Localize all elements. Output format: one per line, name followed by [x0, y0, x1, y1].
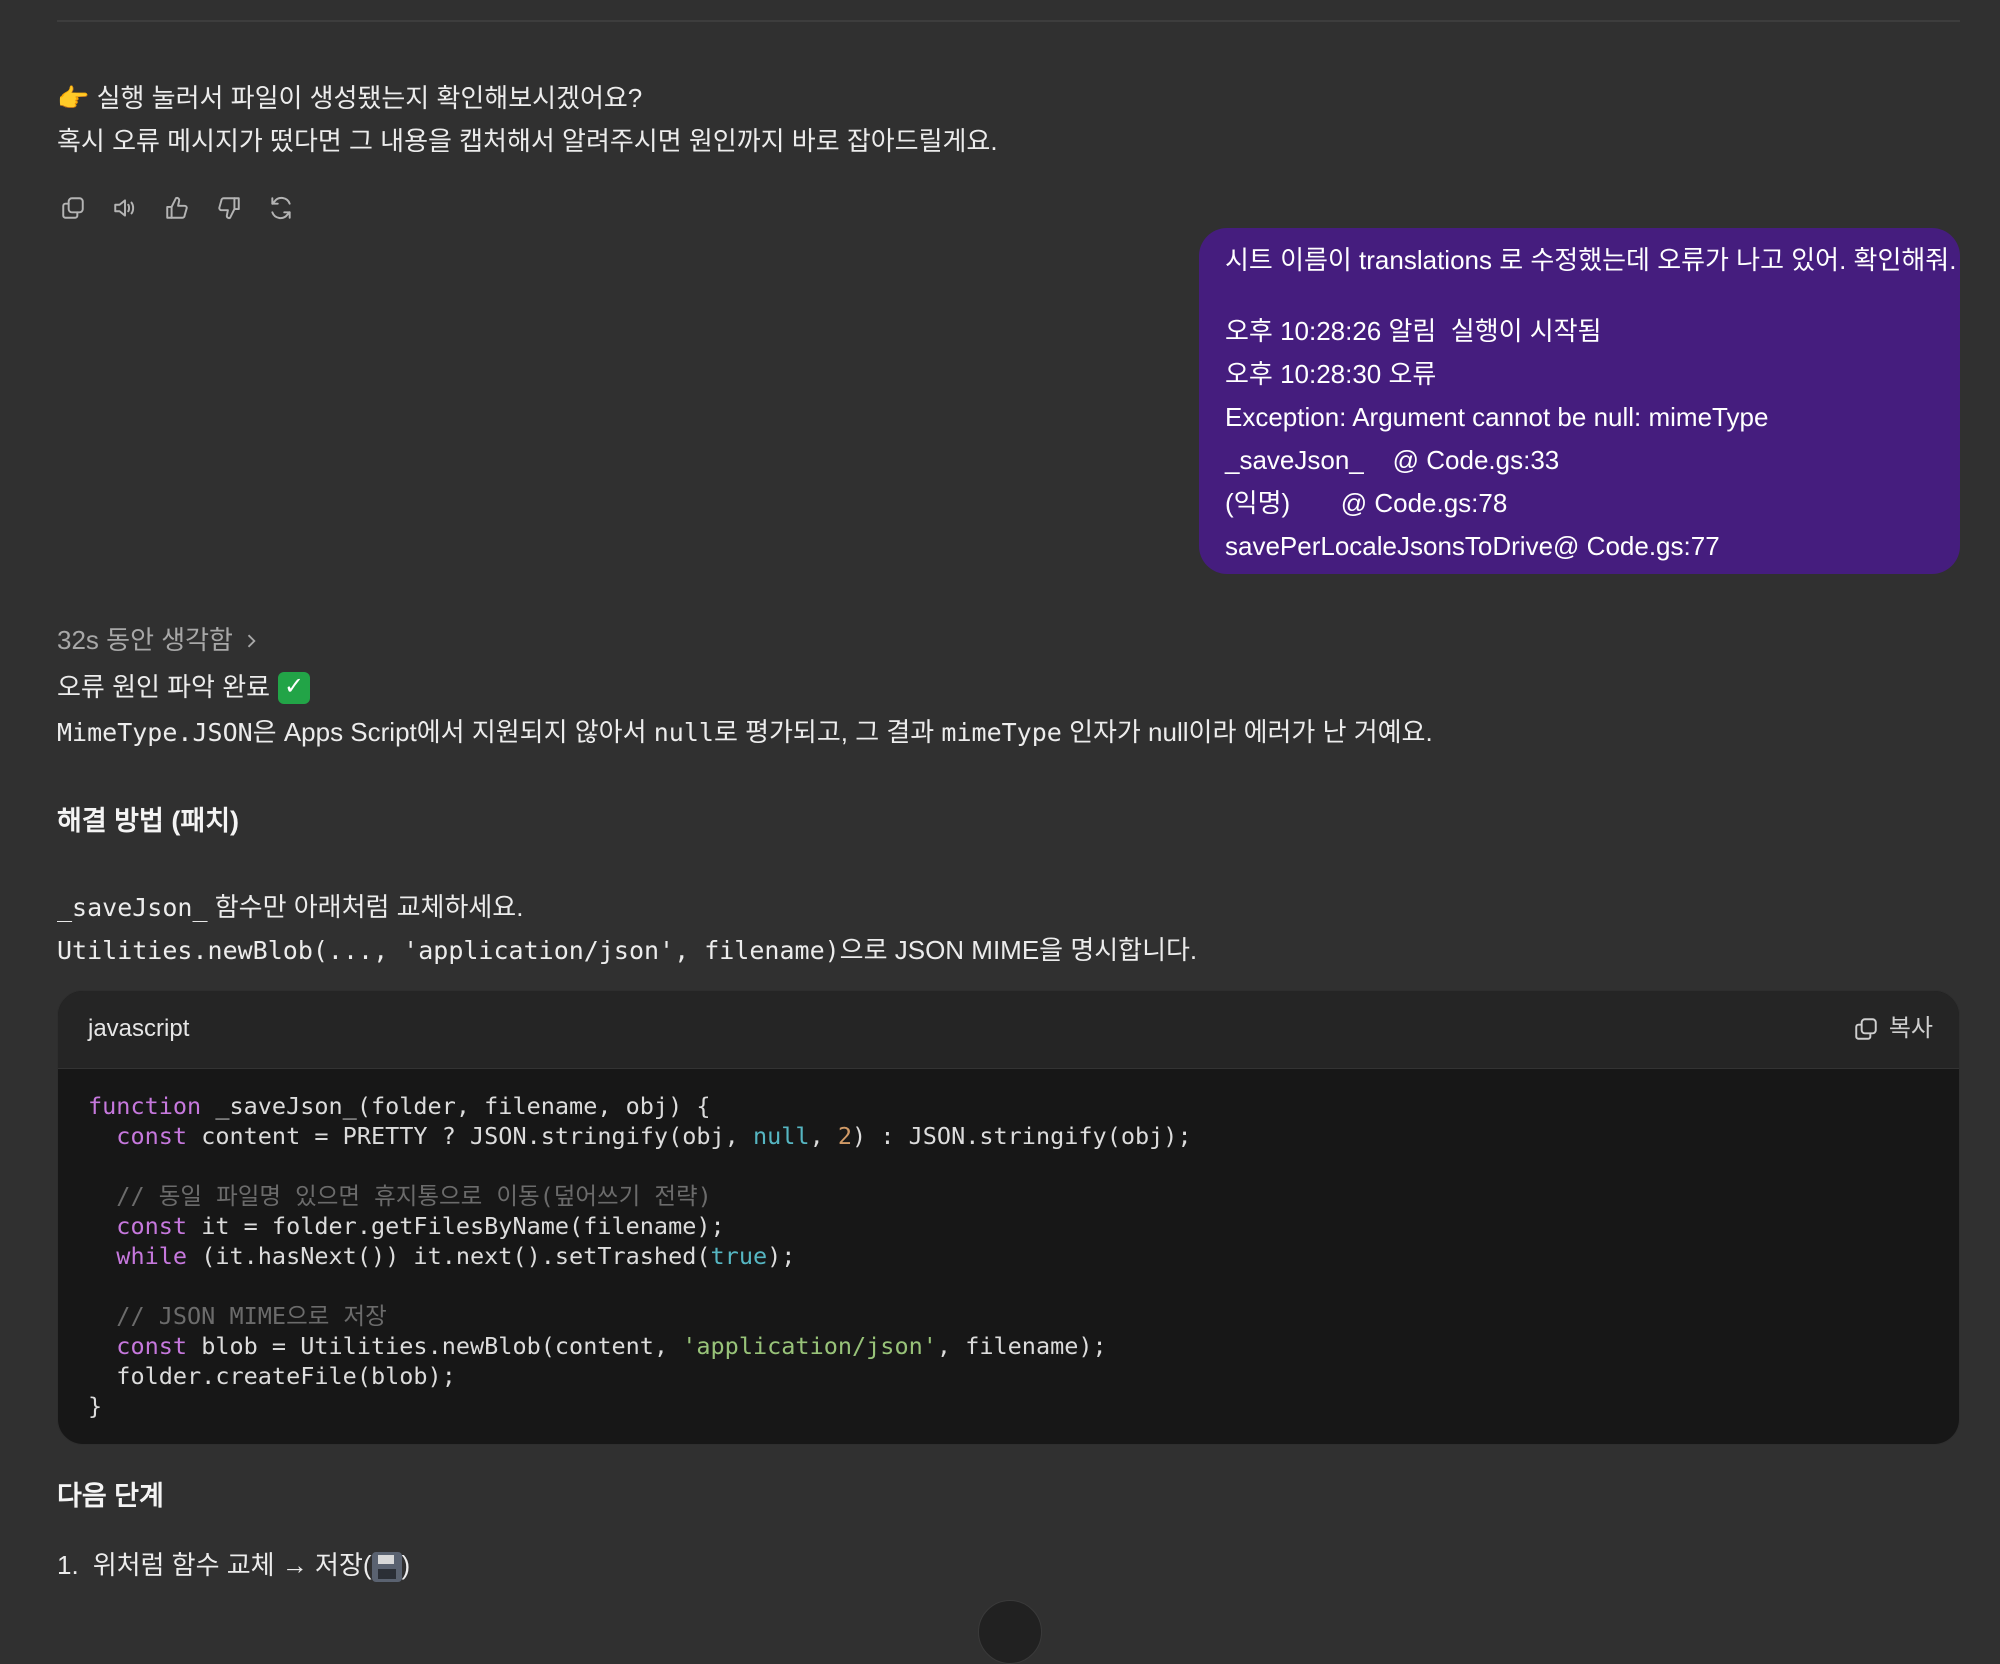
- read-aloud-icon[interactable]: [109, 192, 141, 224]
- user-message-line: Exception: Argument cannot be null: mime…: [1225, 402, 1769, 432]
- code-block-header: javascript 복사: [58, 991, 1959, 1069]
- list-text-suffix: ): [401, 1550, 411, 1580]
- user-message-bubble: 시트 이름이 translations 로 수정했는데 오류가 나고 있어. 확…: [1199, 228, 1960, 574]
- assistant-message-previous: 👉 실행 눌러서 파일이 생성됐는지 확인해보시겠어요? 혹시 오류 메시지가 …: [57, 78, 1557, 164]
- summary-text: 인자가 null이라 에러가 난 거예요.: [1061, 716, 1433, 747]
- inline-code: MimeType.JSON: [57, 717, 253, 747]
- scroll-to-bottom-button[interactable]: [978, 1600, 1042, 1664]
- inline-code: null: [653, 717, 714, 747]
- user-message-line: savePerLocaleJsonsToDrive@ Code.gs:77: [1225, 531, 1720, 561]
- summary-text: 은 Apps Script에서 지원되지 않아서: [252, 716, 654, 747]
- assistant-line: 혹시 오류 메시지가 떴다면 그 내용을 캡처해서 알려주시면 원인까지 바로 …: [57, 126, 998, 156]
- user-message-line: 오후 10:28:30 오류: [1225, 359, 1437, 389]
- user-message-line: (익명) @ Code.gs:78: [1225, 488, 1508, 518]
- summary-text: 로 평가되고, 그 결과: [713, 716, 942, 747]
- regenerate-icon[interactable]: [265, 192, 297, 224]
- summary-title-line: 오류 원인 파악 완료 ✓: [57, 665, 1957, 710]
- inline-code: _saveJson_: [57, 893, 208, 922]
- user-message-line: 시트 이름이 translations 로 수정했는데 오류가 나고 있어. 확…: [1225, 245, 1957, 275]
- floppy-disk-icon: [371, 1552, 402, 1583]
- fix-text: 으로 JSON MIME을 명시합니다.: [839, 935, 1198, 965]
- fix-line: _saveJson_ 함수만 아래처럼 교체하세요.: [57, 887, 1957, 930]
- copy-icon: [1855, 1018, 1877, 1041]
- section-heading-fix: 해결 방법 (패치): [57, 806, 240, 836]
- code-content: function _saveJson_(folder, filename, ob…: [88, 1092, 1192, 1420]
- chevron-right-icon: [247, 634, 256, 648]
- thinking-label: 32s 동안 생각함: [57, 625, 233, 655]
- thinking-toggle[interactable]: 32s 동안 생각함: [57, 620, 261, 662]
- list-number: 1.: [57, 1550, 79, 1580]
- fix-line: Utilities.newBlob(..., 'application/json…: [57, 930, 1957, 973]
- thumbs-up-icon[interactable]: [161, 192, 193, 224]
- summary-title: 오류 원인 파악 완료: [57, 671, 271, 702]
- user-message-line: 오후 10:28:26 알림 실행이 시작됨: [1225, 316, 1602, 346]
- message-action-bar: [57, 192, 297, 224]
- list-item: 1. 위처럼 함수 교체 → 저장(): [57, 1545, 410, 1587]
- copy-icon[interactable]: [57, 192, 89, 224]
- message-divider: [57, 20, 1960, 22]
- user-message-line: _saveJson_ @ Code.gs:33: [1225, 445, 1560, 475]
- fix-description: _saveJson_ 함수만 아래처럼 교체하세요. Utilities.new…: [57, 887, 1957, 973]
- list-text-body: 위처럼 함수 교체 → 저장(: [92, 1550, 372, 1580]
- fix-text: 함수만 아래처럼 교체하세요.: [207, 892, 524, 922]
- thumbs-down-icon[interactable]: [213, 192, 245, 224]
- assistant-summary: 오류 원인 파악 완료 ✓ MimeType.JSON 은 Apps Scrip…: [57, 665, 1957, 755]
- inline-code: mimeType: [941, 717, 1062, 747]
- copy-code-button[interactable]: 복사: [1853, 1010, 1933, 1048]
- list-text: 위처럼 함수 교체 → 저장(): [92, 1545, 411, 1587]
- section-heading-next: 다음 단계: [57, 1481, 164, 1511]
- copy-label: 복사: [1888, 1015, 1933, 1043]
- next-steps-list: 1. 위처럼 함수 교체 → 저장(): [57, 1545, 410, 1587]
- code-block: javascript 복사 function _saveJson_(folder…: [57, 990, 1960, 1445]
- inline-code: Utilities.newBlob(..., 'application/json…: [57, 936, 840, 965]
- summary-explanation: MimeType.JSON 은 Apps Script에서 지원되지 않아서 n…: [57, 710, 1957, 755]
- assistant-line: 👉 실행 눌러서 파일이 생성됐는지 확인해보시겠어요?: [57, 83, 643, 113]
- code-language-label: javascript: [88, 1015, 190, 1043]
- check-mark-icon: ✓: [278, 671, 311, 704]
